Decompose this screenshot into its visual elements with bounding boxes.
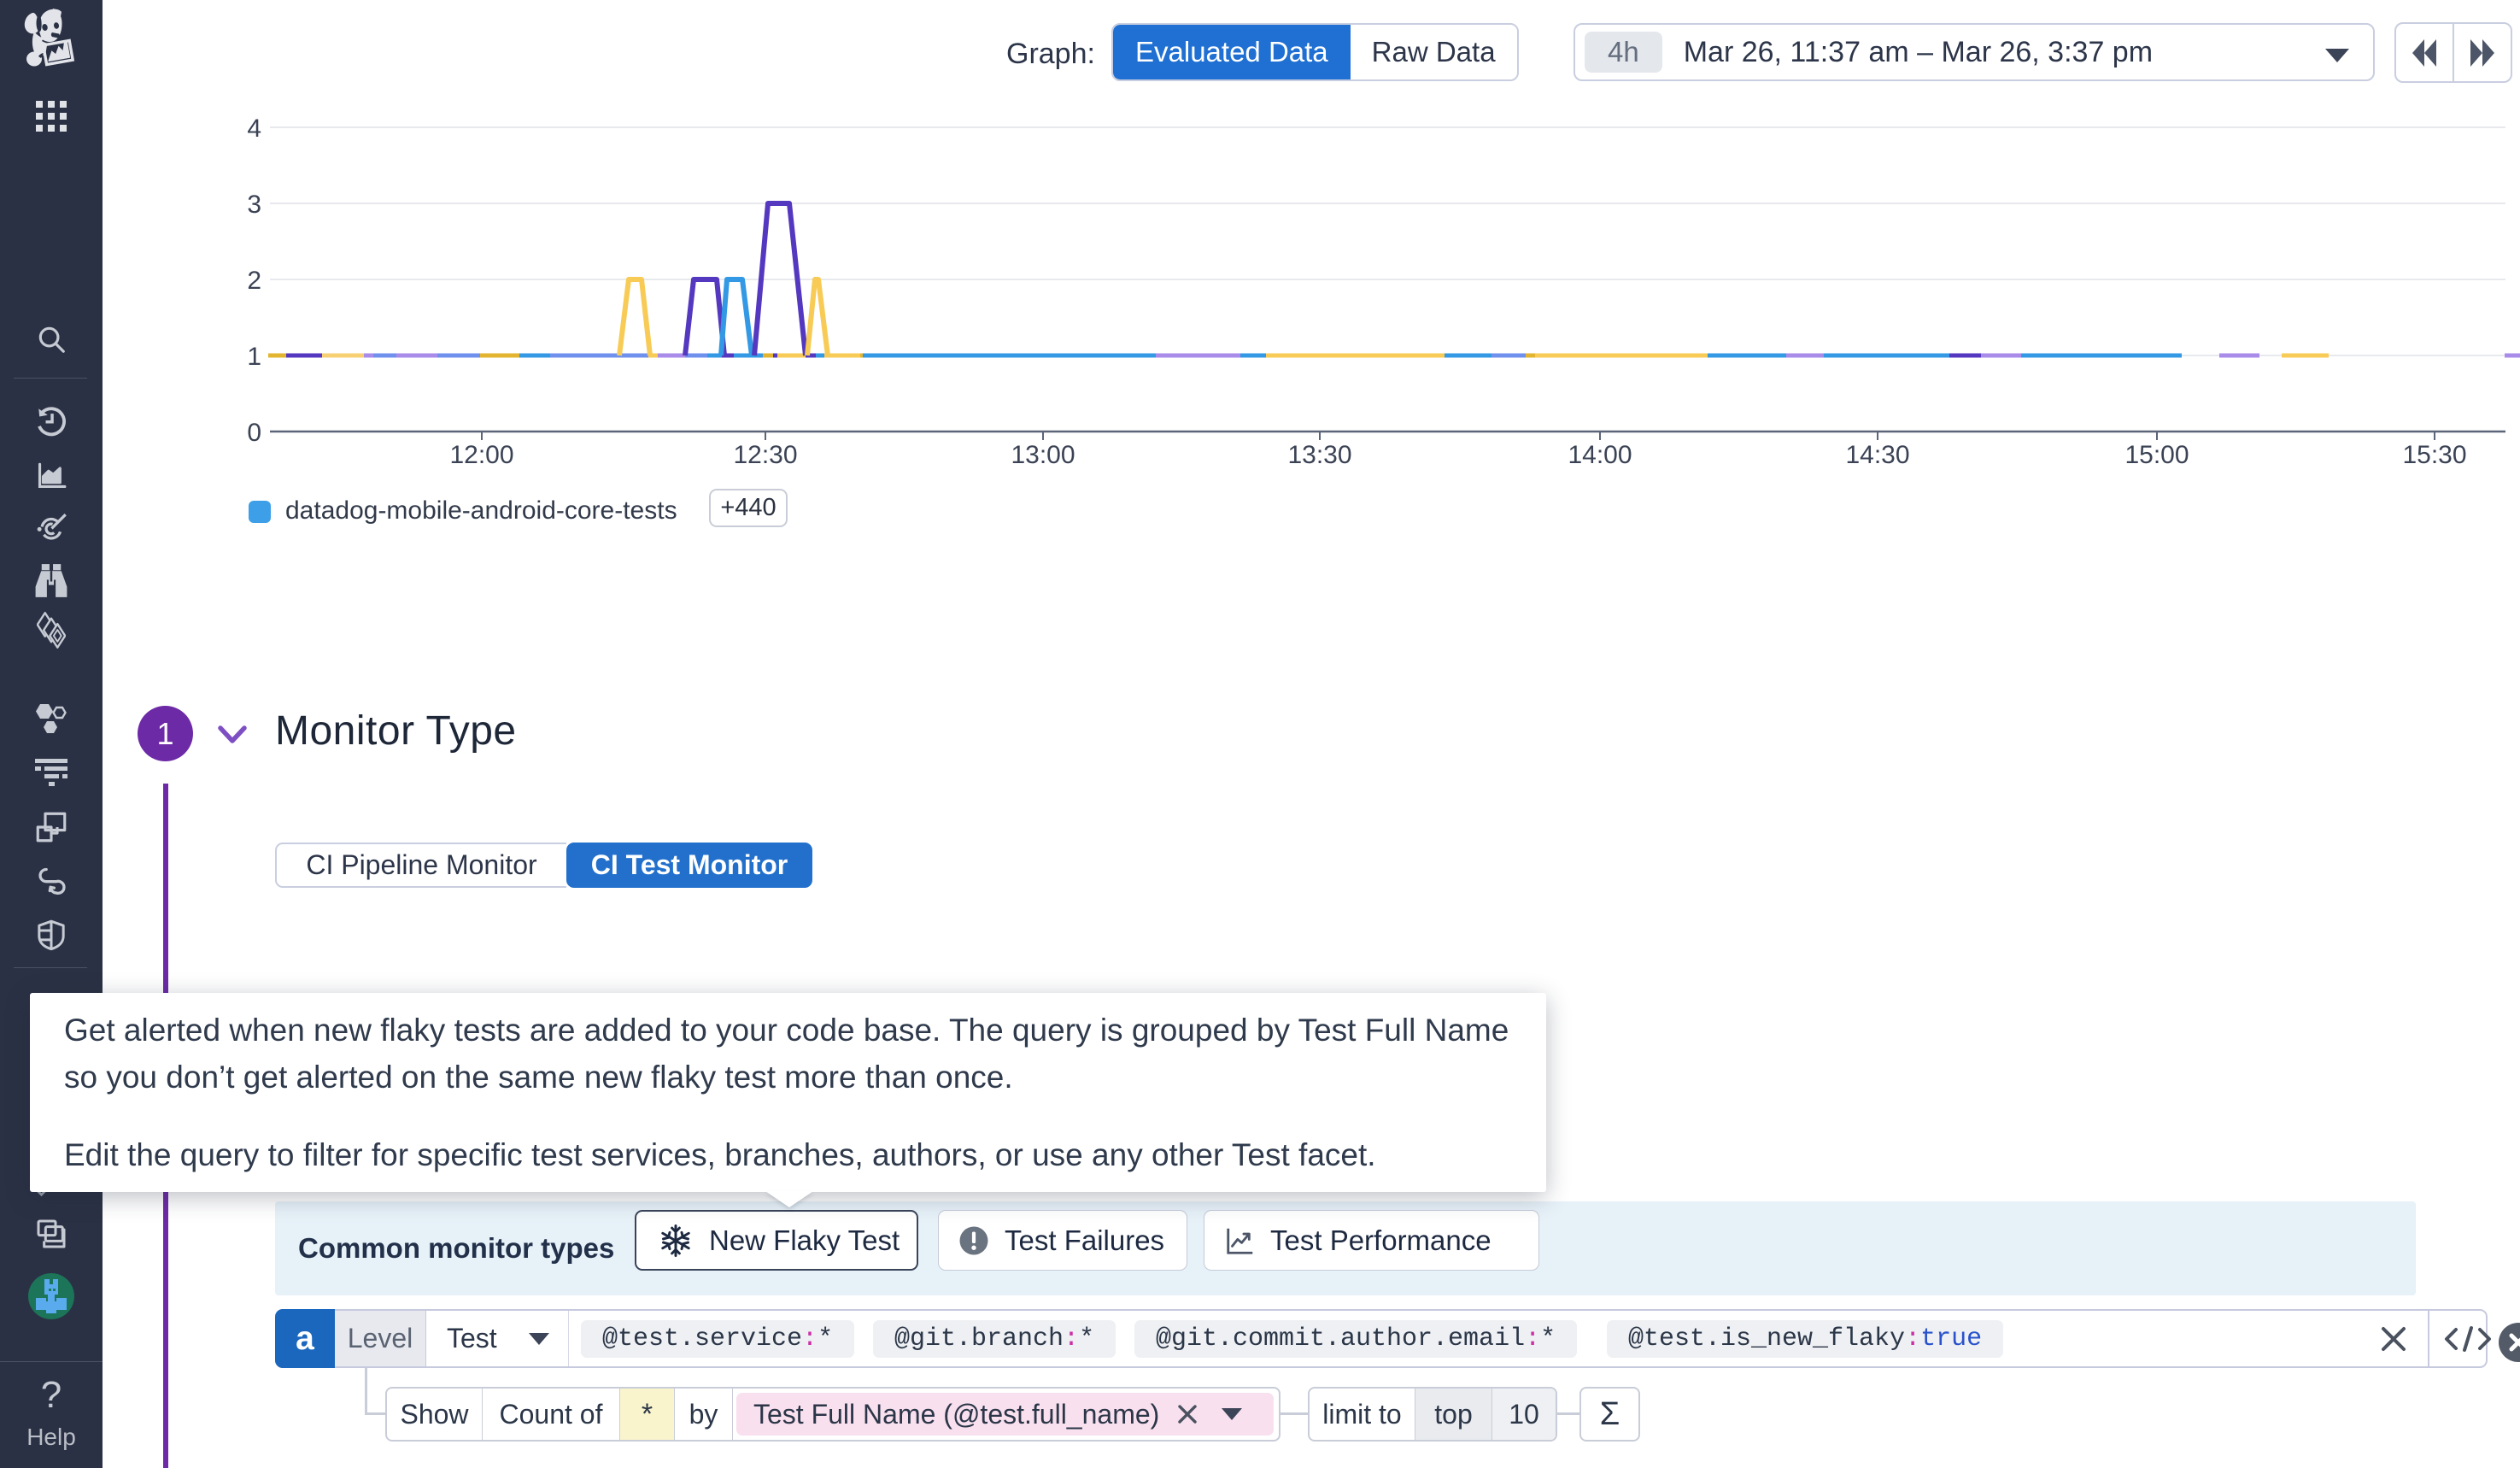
svg-text:12:30: 12:30 [733,441,797,469]
svg-text:15:00: 15:00 [2124,441,2189,469]
svg-text:2: 2 [247,267,261,295]
svg-text:14:30: 14:30 [1845,441,1909,469]
svg-text:12:00: 12:00 [449,441,513,469]
svg-text:1: 1 [247,343,261,371]
svg-text:3: 3 [247,191,261,219]
svg-text:0: 0 [247,419,261,447]
svg-text:14:00: 14:00 [1568,441,1632,469]
svg-text:13:30: 13:30 [1287,441,1351,469]
svg-text:15:30: 15:30 [2402,441,2466,469]
svg-text:4: 4 [247,115,261,143]
svg-text:13:00: 13:00 [1011,441,1075,469]
